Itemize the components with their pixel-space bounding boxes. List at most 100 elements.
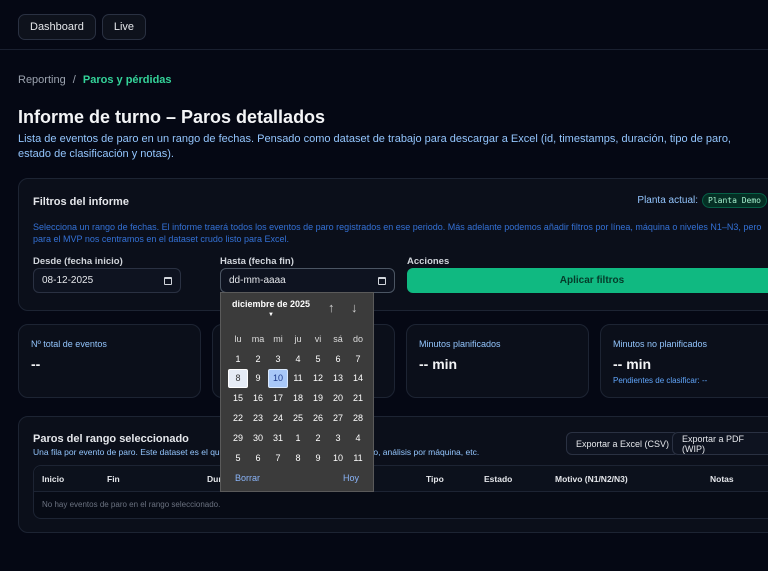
- plant-badge: Planta Demo: [702, 193, 767, 208]
- calendar-day[interactable]: 17: [268, 388, 288, 408]
- export-pdf-button[interactable]: Exportar a PDF (WIP): [672, 432, 768, 455]
- calendar-day[interactable]: 25: [288, 408, 308, 428]
- calendar-day[interactable]: 18: [288, 388, 308, 408]
- to-date-placeholder: dd-mm-aaaa: [229, 275, 286, 286]
- to-label: Hasta (fecha fin): [220, 256, 294, 267]
- calendar-day[interactable]: 6: [248, 448, 268, 468]
- date-picker-popup[interactable]: diciembre de 2025 ▼ ↑ ↓ lu ma mi ju vi sá do 1 2…: [220, 292, 374, 492]
- calendar-day[interactable]: 10: [268, 368, 288, 389]
- stat-planned-minutes: Minutos planificados -- min: [406, 324, 589, 398]
- weekday-header: mi: [273, 333, 283, 344]
- breadcrumb-parent[interactable]: Reporting: [18, 74, 66, 86]
- calendar-day[interactable]: 31: [268, 428, 288, 448]
- table-title: Paros del rango seleccionado: [33, 433, 189, 445]
- month-year-selector[interactable]: diciembre de 2025: [232, 299, 310, 309]
- weekday-header: ma: [251, 333, 265, 344]
- calendar-day[interactable]: 1: [228, 349, 248, 369]
- calendar-day[interactable]: 28: [348, 408, 368, 428]
- top-nav: Dashboard Live: [0, 0, 768, 50]
- calendar-day[interactable]: 8: [228, 368, 248, 389]
- weekday-header: do: [352, 333, 363, 344]
- empty-state: No hay eventos de paro en el rango selec…: [42, 500, 221, 509]
- page-description: Lista de eventos de paro en un rango de …: [18, 133, 731, 160]
- calendar-day[interactable]: 22: [228, 408, 248, 428]
- calendar-day[interactable]: 2: [248, 349, 268, 369]
- calendar-day[interactable]: 21: [348, 388, 368, 408]
- stat-title: Minutos planificados: [419, 339, 501, 349]
- calendar-icon[interactable]: [378, 276, 386, 285]
- events-table-card: Paros del rango seleccionado Una fila po…: [18, 416, 768, 533]
- calendar-day[interactable]: 24: [268, 408, 288, 428]
- calendar-day[interactable]: 5: [228, 448, 248, 468]
- calendar-day[interactable]: 6: [328, 349, 348, 369]
- calendar-day[interactable]: 4: [288, 349, 308, 369]
- breadcrumb-current: Paros y pérdidas: [82, 74, 172, 86]
- calendar-day[interactable]: 3: [268, 349, 288, 369]
- calendar-day[interactable]: 3: [328, 428, 348, 448]
- from-label: Desde (fecha inicio): [33, 256, 123, 267]
- tab-dashboard[interactable]: Dashboard: [18, 14, 96, 40]
- calendar-day[interactable]: 12: [308, 369, 328, 389]
- calendar-day[interactable]: 7: [348, 349, 368, 369]
- calendar-day[interactable]: 26: [308, 408, 328, 428]
- calendar-day[interactable]: 23: [248, 408, 268, 428]
- stat-title: Minutos no planificados: [613, 339, 708, 349]
- calendar-grid: lu ma mi ju vi sá do 1 2 3 4 5 6 7 8 9 10 11 12 13 14 15 16 17 1…: [228, 329, 368, 468]
- calendar-day[interactable]: 8: [288, 448, 308, 468]
- weekday-header: ju: [294, 333, 302, 344]
- calendar-day[interactable]: 15: [228, 388, 248, 408]
- calendar-day[interactable]: 19: [308, 388, 328, 408]
- filters-card: Filtros del informe Planta actual: Planta…: [18, 178, 768, 311]
- col-inicio[interactable]: Inicio: [42, 474, 64, 484]
- stat-unplanned-minutes: Minutos no planificados -- min Pendientes …: [600, 324, 768, 398]
- calendar-day[interactable]: 10: [328, 448, 348, 468]
- col-notas[interactable]: Notas: [710, 474, 734, 484]
- calendar-day[interactable]: 29: [228, 428, 248, 448]
- to-date-input[interactable]: dd-mm-aaaa: [220, 268, 395, 293]
- calendar-day[interactable]: 13: [328, 369, 348, 389]
- clear-button[interactable]: Borrar: [235, 473, 260, 483]
- col-tipo[interactable]: Tipo: [426, 474, 444, 484]
- col-fin[interactable]: Fin: [107, 474, 120, 484]
- arrow-up-icon[interactable]: ↑: [328, 300, 335, 315]
- calendar-day[interactable]: 9: [248, 369, 268, 389]
- calendar-day[interactable]: 5: [308, 349, 328, 369]
- from-date-input[interactable]: 08-12-2025: [33, 268, 181, 293]
- table-subtitle-left: Una fila por evento de paro. Este datase…: [33, 447, 225, 457]
- stat-value: --: [31, 356, 41, 372]
- stat-value: -- min: [613, 356, 652, 372]
- arrow-down-icon[interactable]: ↓: [351, 300, 358, 315]
- page-title: Informe de turno – Paros detallados: [18, 107, 326, 127]
- calendar-day[interactable]: 11: [348, 448, 368, 468]
- col-estado[interactable]: Estado: [484, 474, 512, 484]
- table-header: Inicio Fin Dur Tipo Estado Motivo (N1/N2…: [34, 466, 768, 492]
- calendar-day[interactable]: 14: [348, 369, 368, 389]
- calendar-day[interactable]: 20: [328, 388, 348, 408]
- calendar-day[interactable]: 4: [348, 428, 368, 448]
- breadcrumb-separator: /: [72, 74, 76, 86]
- apply-filters-button[interactable]: Aplicar filtros: [407, 268, 768, 293]
- actions-label: Acciones: [407, 256, 450, 267]
- breadcrumb: Reporting / Paros y pérdidas: [18, 74, 172, 86]
- stat-subtext: Pendientes de clasificar: --: [613, 376, 708, 385]
- calendar-day[interactable]: 16: [248, 388, 268, 408]
- calendar-day[interactable]: 9: [308, 448, 328, 468]
- table-subtitle-right: to, análisis por máquina, etc.: [371, 447, 480, 457]
- calendar-day[interactable]: 1: [288, 428, 308, 448]
- weekday-header: lu: [234, 333, 242, 344]
- filters-title: Filtros del informe: [33, 196, 129, 208]
- events-table: Inicio Fin Dur Tipo Estado Motivo (N1/N2…: [33, 465, 768, 519]
- calendar-day[interactable]: 30: [248, 428, 268, 448]
- export-csv-button[interactable]: Exportar a Excel (CSV): [566, 432, 680, 455]
- col-motivo[interactable]: Motivo (N1/N2/N3): [555, 474, 628, 484]
- tab-live[interactable]: Live: [101, 14, 147, 40]
- plant-label: Planta actual:: [637, 195, 699, 206]
- calendar-icon[interactable]: [164, 276, 172, 285]
- calendar-day[interactable]: 7: [268, 448, 288, 468]
- today-button[interactable]: Hoy: [343, 473, 359, 483]
- from-date-value: 08-12-2025: [42, 275, 94, 286]
- calendar-day[interactable]: 2: [308, 428, 328, 448]
- calendar-day[interactable]: 11: [288, 369, 308, 389]
- calendar-day[interactable]: 27: [328, 408, 348, 428]
- caret-down-icon[interactable]: ▼: [268, 312, 274, 318]
